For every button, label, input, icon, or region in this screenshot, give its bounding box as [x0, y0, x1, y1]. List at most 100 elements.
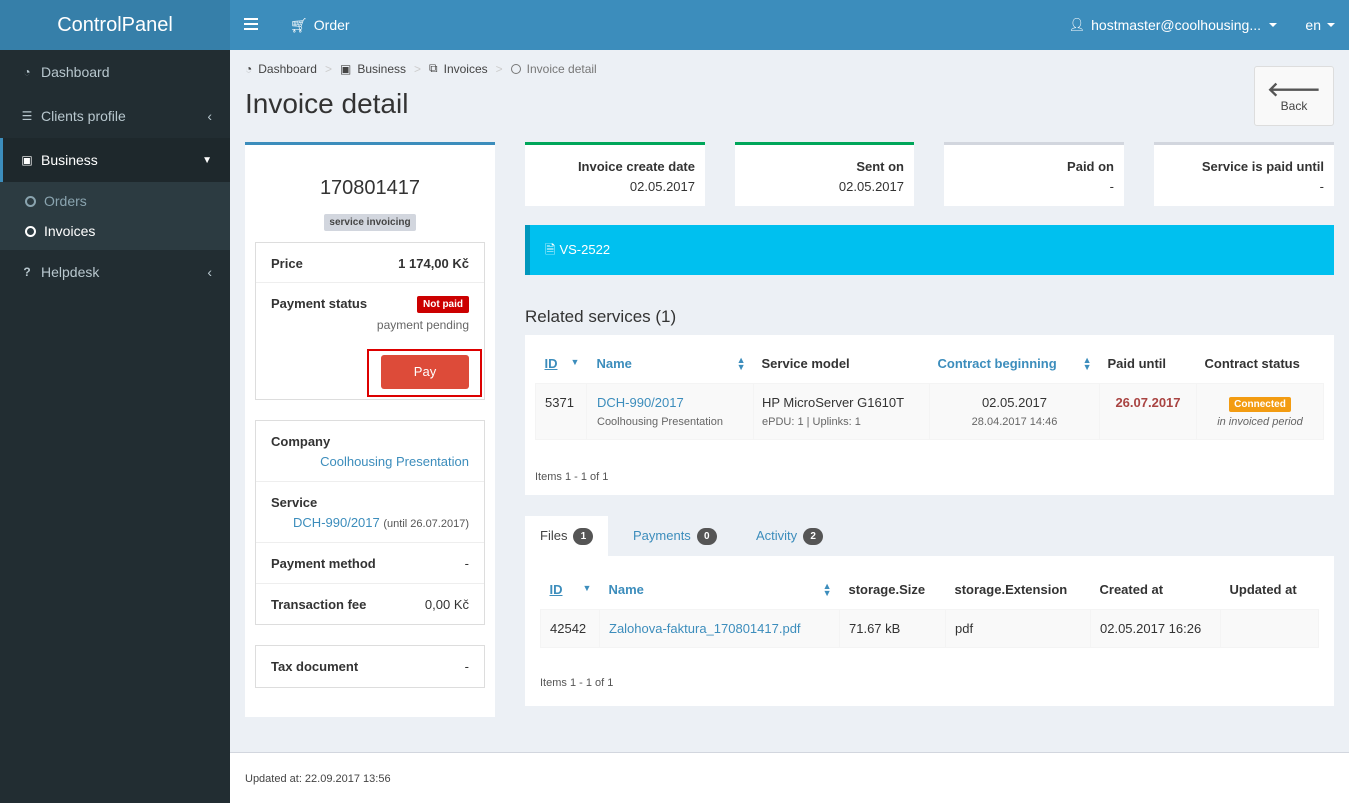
- cell-updated-at: [1220, 608, 1319, 648]
- pagination-info: Items 1 - 1 of 1: [540, 677, 614, 689]
- cart-icon: 🛒︎: [290, 17, 308, 33]
- transaction-fee-value: 0,00 Kč: [424, 597, 469, 612]
- info-box-value: 02.05.2017: [838, 179, 904, 194]
- cell-contract-status: Connected in invoiced period: [1196, 382, 1324, 440]
- circle-icon: [25, 195, 36, 207]
- tab-files[interactable]: Files 1: [525, 516, 609, 556]
- money-icon: ▣: [21, 153, 33, 167]
- circle-icon: [25, 225, 36, 237]
- count-badge: 1: [573, 527, 594, 545]
- tax-document-value: -: [464, 659, 469, 674]
- sidebar-item-orders[interactable]: Orders: [0, 186, 230, 216]
- info-box-service-paid-until: Service is paid until -: [1154, 142, 1334, 206]
- info-box-sent-on: Sent on 02.05.2017: [735, 142, 914, 206]
- circle-icon: [510, 63, 521, 74]
- col-id[interactable]: ID ▼: [541, 571, 600, 609]
- company-link[interactable]: Coolhousing Presentation: [320, 454, 469, 469]
- cell-id: 5371: [535, 382, 587, 440]
- language-menu[interactable]: en: [1305, 0, 1335, 50]
- status-badge: Connected: [1229, 396, 1291, 412]
- sort-desc-icon: ▼: [570, 357, 580, 367]
- list-icon: ☰: [21, 109, 33, 123]
- file-icon: 🗎: [545, 242, 556, 257]
- payment-method-value: -: [464, 556, 469, 571]
- related-services-box: ID ▼ Name ▲ ▼ Service model Contract begi…: [525, 335, 1334, 495]
- service-link[interactable]: DCH-990/2017: [293, 515, 380, 530]
- info-box-value: 02.05.2017: [629, 179, 695, 194]
- payment-status-note: payment pending: [376, 318, 469, 332]
- payment-status-label: Payment status: [271, 296, 368, 311]
- cell-contract-beginning: 02.05.2017 28.04.2017 14:46: [929, 382, 1100, 440]
- info-box-title: Invoice create date: [577, 159, 695, 174]
- app-logo[interactable]: ControlPanel: [0, 0, 230, 50]
- breadcrumb-dashboard[interactable]: ◔ Dashboard: [245, 62, 317, 76]
- sidebar-toggle-icon[interactable]: [244, 15, 258, 35]
- sidebar-item-clients-profile[interactable]: ☰ Clients profile ‹: [0, 94, 230, 138]
- price-label: Price: [271, 256, 303, 271]
- tax-document-label: Tax document: [271, 659, 359, 674]
- service-row: Service DCH-990/2017 (until 26.07.2017): [256, 482, 484, 543]
- cell-name: Zalohova-faktura_170801417.pdf: [599, 608, 840, 648]
- top-navbar: 🛒︎ Order 👤︎ hostmaster@coolhousing... en: [230, 0, 1349, 50]
- caret-down-icon: [1327, 23, 1335, 27]
- arrow-left-icon: 🡐: [1267, 79, 1321, 101]
- cell-created-at: 02.05.2017 16:26: [1090, 608, 1221, 648]
- col-id[interactable]: ID ▼: [536, 345, 587, 383]
- info-box-create-date: Invoice create date 02.05.2017: [525, 142, 705, 206]
- sidebar-item-label: Dashboard: [41, 64, 110, 80]
- price-value: 1 174,00 Kč: [398, 256, 469, 271]
- service-label: Service: [271, 495, 318, 510]
- sidebar-item-label: Business: [41, 152, 98, 168]
- back-button[interactable]: 🡐 Back: [1254, 66, 1334, 126]
- pay-button[interactable]: Pay: [381, 355, 469, 389]
- tab-payments[interactable]: Payments 0: [618, 516, 732, 556]
- tax-document-row: Tax document -: [256, 646, 484, 687]
- related-services-table: ID ▼ Name ▲ ▼ Service model Contract begi…: [535, 345, 1324, 440]
- user-menu[interactable]: 👤︎ hostmaster@coolhousing...: [1069, 0, 1277, 50]
- col-name[interactable]: Name ▲ ▼: [600, 571, 840, 609]
- price-status-box: Price 1 174,00 Kč Payment status Not pai…: [255, 242, 485, 400]
- sort-icon: ▲ ▼: [736, 355, 746, 372]
- service-link[interactable]: DCH-990/2017: [597, 395, 684, 410]
- sidebar-item-helpdesk[interactable]: ? Helpdesk ‹: [0, 250, 230, 294]
- money-icon: ▣: [339, 61, 352, 76]
- file-link[interactable]: Zalohova-faktura_170801417.pdf: [609, 621, 801, 636]
- cell-service-model: HP MicroServer G1610T ePDU: 1 | Uplinks:…: [753, 382, 930, 440]
- breadcrumb-business[interactable]: ▣ Business: [340, 62, 406, 76]
- sort-icon: ▲ ▼: [1082, 355, 1092, 372]
- service-client: Coolhousing Presentation: [597, 415, 723, 428]
- cell-size: 71.67 kB: [839, 608, 946, 648]
- col-created-at: Created at: [1099, 582, 1164, 598]
- status-note: in invoiced period: [1217, 415, 1303, 428]
- col-contract-status: Contract status: [1204, 356, 1300, 372]
- col-service-model: Service model: [761, 356, 850, 372]
- price-row: Price 1 174,00 Kč: [256, 243, 484, 283]
- cell-id: 42542: [540, 608, 600, 648]
- col-name[interactable]: Name ▲ ▼: [587, 345, 754, 383]
- sidebar-item-invoices[interactable]: Invoices: [0, 216, 230, 246]
- model-details: ePDU: 1 | Uplinks: 1: [762, 415, 861, 428]
- breadcrumb-invoice-detail: Invoice detail: [510, 62, 597, 76]
- col-size: storage.Size: [848, 582, 926, 598]
- files-table: ID ▼ Name ▲ ▼ storage.Size storage.Extens…: [540, 571, 1319, 648]
- pagination-info: Items 1 - 1 of 1: [535, 471, 609, 483]
- invoice-summary-box: 170801417 service invoicing Price 1 174,…: [245, 142, 495, 717]
- sidebar-item-dashboard[interactable]: ◔ Dashboard: [0, 50, 230, 94]
- page-footer: Updated at: 22.09.2017 13:56: [230, 752, 1349, 803]
- language-label: en: [1305, 17, 1321, 33]
- col-extension: storage.Extension: [954, 582, 1068, 598]
- tab-activity[interactable]: Activity 2: [741, 516, 838, 556]
- updated-at: Updated at: 22.09.2017 13:56: [245, 773, 391, 785]
- breadcrumb-invoices[interactable]: ⧉ Invoices: [429, 61, 488, 76]
- page-title: Invoice detail: [245, 88, 409, 119]
- order-link[interactable]: 🛒︎ Order: [290, 0, 350, 50]
- info-box-title: Sent on: [856, 159, 904, 174]
- company-row: Company Coolhousing Presentation: [256, 421, 484, 482]
- cell-paid-until: 26.07.2017: [1099, 382, 1197, 440]
- sidebar-item-business[interactable]: ▣ Business ▼: [0, 138, 230, 182]
- order-label: Order: [313, 17, 350, 33]
- col-contract-beginning[interactable]: Contract beginning ▲ ▼: [930, 345, 1100, 383]
- contract-timestamp: 28.04.2017 14:46: [971, 415, 1058, 428]
- variable-symbol-bar: 🗎 VS-2522: [525, 225, 1334, 275]
- dashboard-icon: ◔: [245, 61, 253, 76]
